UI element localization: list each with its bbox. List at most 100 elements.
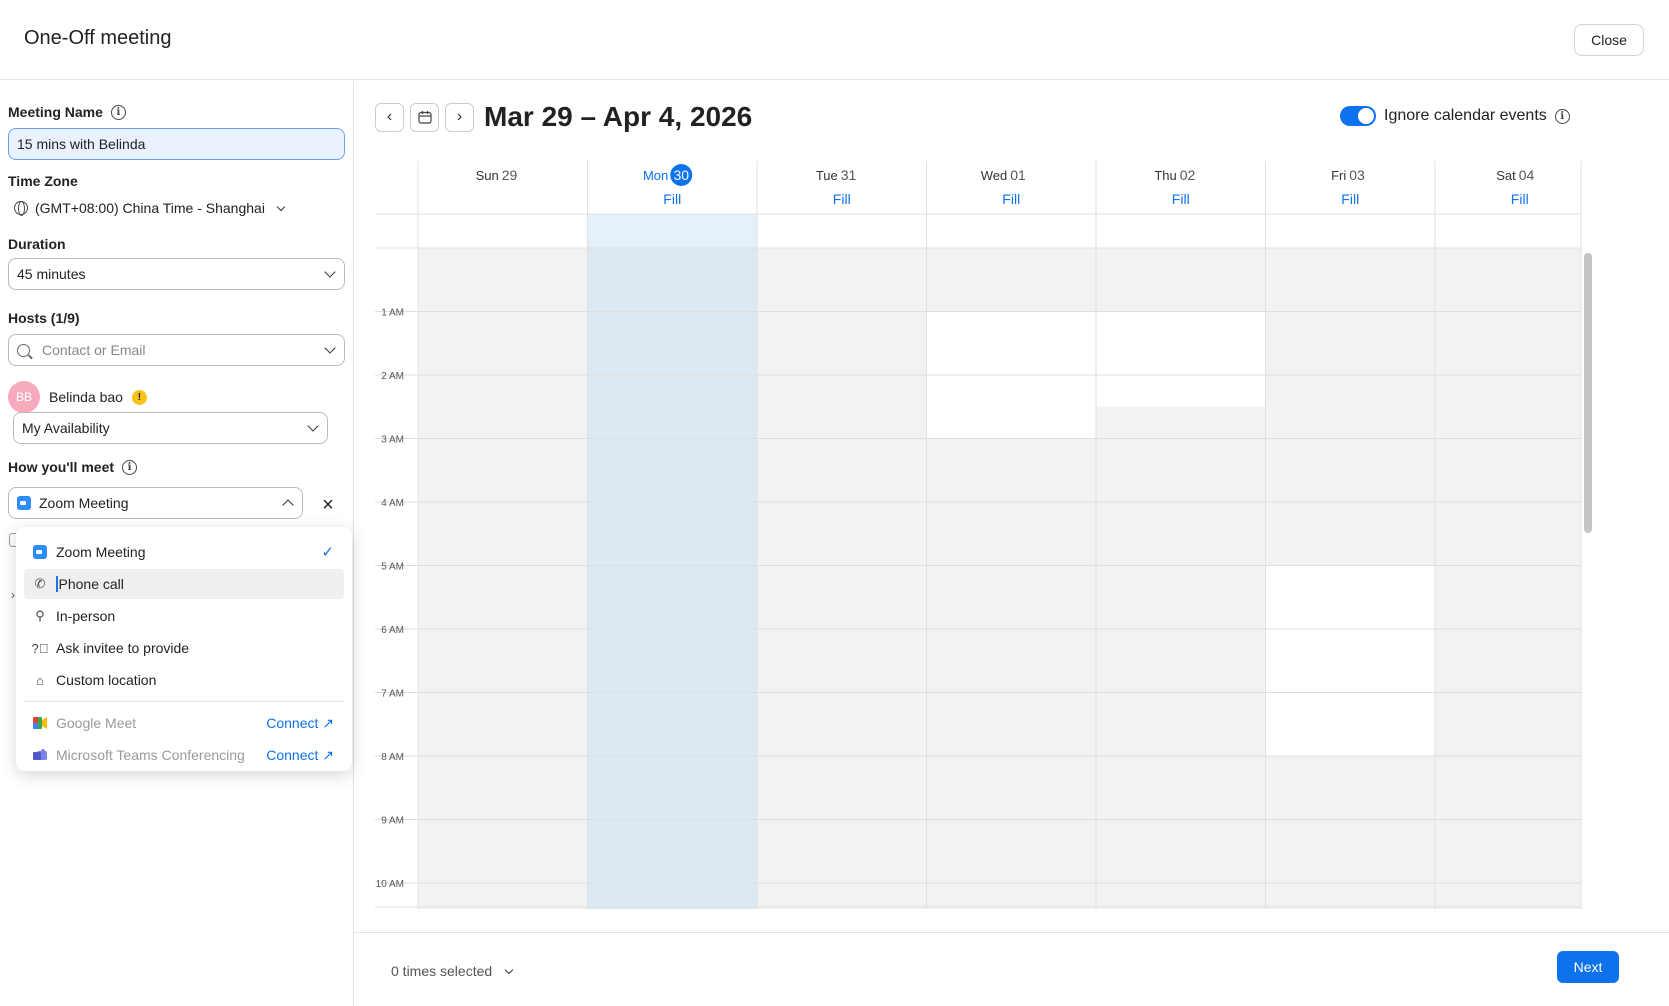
chevron-down-icon	[324, 266, 336, 278]
day-date: 30	[673, 167, 689, 183]
header: One-Off meeting Close	[0, 0, 1669, 80]
day-date: 02	[1180, 167, 1196, 183]
chevron-down-icon	[276, 202, 286, 211]
chevron-down-icon	[324, 342, 336, 354]
today-allday-cell	[587, 214, 757, 248]
host-name: Belinda bao	[49, 389, 123, 405]
times-selected-toggle[interactable]: 0 times selected	[391, 963, 514, 979]
hosts-search-input[interactable]: Contact or Email	[8, 334, 345, 366]
calendar-picker-button[interactable]	[410, 102, 439, 132]
fill-link[interactable]: Fill	[1341, 191, 1359, 207]
chevron-down-icon	[504, 965, 514, 974]
avatar: BB	[8, 381, 40, 413]
day-date: 31	[841, 167, 857, 183]
footer: 0 times selected Next	[354, 932, 1669, 1006]
day-header-wed: Wed 01 Fill	[981, 167, 1026, 207]
calendar-icon	[417, 111, 432, 124]
option-custom-location[interactable]: ⌂ Custom location	[24, 665, 344, 695]
option-google-meet: Google Meet Connect ↗	[24, 708, 344, 738]
zoom-icon	[17, 496, 31, 510]
hour-label: 10 AM	[376, 879, 404, 890]
available-slot	[1096, 311, 1266, 407]
chevron-right-icon: ›	[456, 108, 463, 125]
teams-icon	[32, 749, 48, 761]
meet-select[interactable]: Zoom Meeting	[8, 487, 303, 519]
hour-label: 4 AM	[381, 498, 404, 509]
hour-label: 5 AM	[381, 562, 404, 573]
timezone-select[interactable]: (GMT+08:00) China Time - Shanghai	[14, 200, 286, 216]
page-title: One-Off meeting	[24, 27, 172, 49]
location-pin-icon: ⚲	[35, 608, 45, 623]
day-name: Mon	[643, 168, 668, 183]
check-icon: ✓	[321, 544, 334, 561]
day-date: 29	[502, 167, 518, 183]
day-header-thu: Thu 02 Fill	[1154, 167, 1195, 207]
text-cursor	[56, 576, 58, 592]
meet-dropdown: Zoom Meeting ✓ ✆ Phone call ⚲ In-person …	[16, 527, 352, 771]
hour-label: 1 AM	[381, 308, 404, 319]
zoom-icon	[32, 545, 48, 559]
close-button[interactable]: Close	[1574, 24, 1644, 56]
hosts-label: Hosts (1/9)	[8, 310, 80, 326]
meet-label: How you'll meet i	[8, 459, 138, 475]
prev-week-button[interactable]: ‹	[375, 102, 404, 132]
custom-location-icon: ⌂	[36, 672, 44, 688]
timezone-label: Time Zone	[8, 173, 78, 189]
fill-link[interactable]: Fill	[1002, 191, 1020, 207]
option-zoom-meeting[interactable]: Zoom Meeting ✓	[24, 537, 344, 567]
day-header-mon: Mon 30 Fill	[643, 164, 693, 207]
day-name: Sat	[1496, 168, 1516, 183]
hour-label: 8 AM	[381, 752, 404, 763]
today-column	[587, 248, 757, 909]
warning-icon[interactable]: !	[131, 389, 147, 405]
day-header-fri: Fri 03 Fill	[1331, 167, 1365, 207]
chevron-left-icon: ‹	[386, 108, 393, 125]
hour-label: 7 AM	[381, 689, 404, 700]
duration-select[interactable]: 45 minutes	[8, 258, 345, 290]
ignore-calendar-toggle[interactable]	[1340, 106, 1376, 126]
duration-label: Duration	[8, 236, 66, 252]
info-icon[interactable]: i	[1554, 108, 1570, 124]
hour-label: 3 AM	[381, 435, 404, 446]
day-header-sun: Sun 29	[476, 167, 518, 183]
calendar-svg: 1 AM 2 AM 3 AM 4 AM 5 AM 6 AM 7 AM 8 AM 9 AM 10 A…	[375, 161, 1596, 909]
chevron-down-icon	[307, 420, 319, 432]
search-icon	[17, 343, 30, 357]
meeting-name-input[interactable]: 15 mins with Belinda	[8, 128, 345, 160]
fill-link[interactable]: Fill	[833, 191, 851, 207]
question-icon: ?⃝	[31, 640, 49, 656]
next-week-button[interactable]: ›	[445, 102, 474, 132]
day-header-sat: Sat 04 Fill	[1496, 167, 1534, 207]
day-name: Sun	[476, 168, 499, 183]
info-icon[interactable]: i	[122, 459, 138, 475]
day-date: 03	[1349, 167, 1365, 183]
option-phone-call[interactable]: ✆ Phone call	[24, 569, 344, 599]
phone-icon: ✆	[34, 576, 46, 591]
option-ask-invitee[interactable]: ?⃝ Ask invitee to provide	[24, 633, 344, 663]
google-meet-connect-link[interactable]: Connect ↗	[266, 715, 334, 732]
clear-location-button[interactable]: ×	[318, 495, 338, 515]
available-slot	[1265, 565, 1435, 756]
day-header-tue: Tue 31 Fill	[816, 167, 857, 207]
day-date: 01	[1010, 167, 1026, 183]
calendar-toolbar: ‹ › Mar 29 – Apr 4, 2026	[375, 101, 752, 133]
hour-label: 9 AM	[381, 816, 404, 827]
info-icon[interactable]: i	[110, 104, 126, 120]
chevron-up-icon	[282, 499, 294, 511]
day-date: 04	[1519, 167, 1535, 183]
next-button[interactable]: Next	[1557, 951, 1619, 983]
availability-select[interactable]: My Availability	[13, 412, 328, 444]
day-name: Thu	[1154, 168, 1176, 183]
fill-link[interactable]: Fill	[1172, 191, 1190, 207]
option-in-person[interactable]: ⚲ In-person	[24, 601, 344, 631]
fill-link[interactable]: Fill	[663, 191, 681, 207]
fill-link[interactable]: Fill	[1511, 191, 1529, 207]
collapsed-arrow-icon[interactable]: ›	[11, 588, 15, 602]
hour-label: 2 AM	[381, 371, 404, 382]
option-microsoft-teams: Microsoft Teams Conferencing Connect ↗	[24, 740, 344, 770]
scrollbar-thumb[interactable]	[1584, 253, 1592, 533]
google-meet-icon	[32, 717, 48, 729]
meeting-name-label: Meeting Name i	[8, 104, 126, 120]
teams-connect-link[interactable]: Connect ↗	[266, 747, 334, 764]
week-calendar-grid[interactable]: 1 AM 2 AM 3 AM 4 AM 5 AM 6 AM 7 AM 8 AM 9 AM 10 A…	[375, 161, 1596, 909]
